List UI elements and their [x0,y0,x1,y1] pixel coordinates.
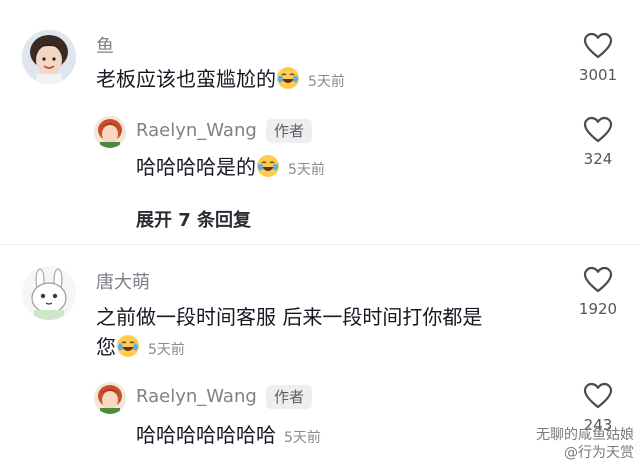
watermark-line1: 无聊的咸鱼姑娘 [536,427,634,443]
laughing-tears-emoji-icon [276,66,300,98]
comment-text-continued: 您 5天前 [96,332,185,366]
avatar[interactable] [22,266,76,320]
reply-time: 5天前 [288,162,325,178]
reply-time: 5天前 [284,430,321,446]
reply-text-body: 哈哈哈哈哈哈哈 [136,423,276,447]
heart-outline-icon [583,116,613,143]
heart-outline-icon [583,32,613,59]
reply-text: 哈哈哈哈是的 5天前 [136,152,325,186]
comment-text: 老板应该也蛮尴尬的 5天前 [96,64,345,98]
reply-username[interactable]: Raelyn_Wang [136,386,257,407]
like-count: 1920 [578,300,618,318]
like-count: 3001 [578,66,618,84]
laughing-tears-emoji-icon [256,154,280,186]
avatar[interactable] [22,30,76,84]
watermark: 无聊的咸鱼姑娘 @行为天赏 [536,426,634,462]
heart-outline-icon [583,266,613,293]
laughing-tears-emoji-icon [116,334,140,366]
author-badge: 作者 [266,385,313,409]
like-count: 324 [583,150,613,168]
comment-text: 之前做一段时间客服 后来一段时间打你都是 [96,302,482,332]
reply-text-body: 哈哈哈哈是的 [136,155,256,179]
like-button[interactable]: 324 [568,116,628,168]
reply-text: 哈哈哈哈哈哈哈 5天前 [136,420,321,453]
reply-avatar[interactable] [94,382,126,414]
comment-text-body: 之前做一段时间客服 后来一段时间打你都是 [96,305,483,329]
expand-replies-button[interactable]: 展开 7 条回复 [136,206,251,232]
reply-username[interactable]: Raelyn_Wang [136,120,257,141]
reply-avatar[interactable] [94,116,126,148]
like-button[interactable]: 3001 [568,32,628,84]
comment-username[interactable]: 鱼 [96,32,114,58]
comment-text-body: 您 [96,335,116,359]
comment-text-body: 老板应该也蛮尴尬的 [96,67,276,91]
author-badge: 作者 [266,119,313,143]
comment-time: 5天前 [148,342,185,358]
comment-time: 5天前 [308,74,345,90]
like-button[interactable]: 1920 [568,266,628,318]
comment-username[interactable]: 唐大萌 [96,268,150,294]
divider [0,244,640,245]
heart-outline-icon [583,382,613,409]
watermark-line2: @行为天赏 [564,445,634,461]
